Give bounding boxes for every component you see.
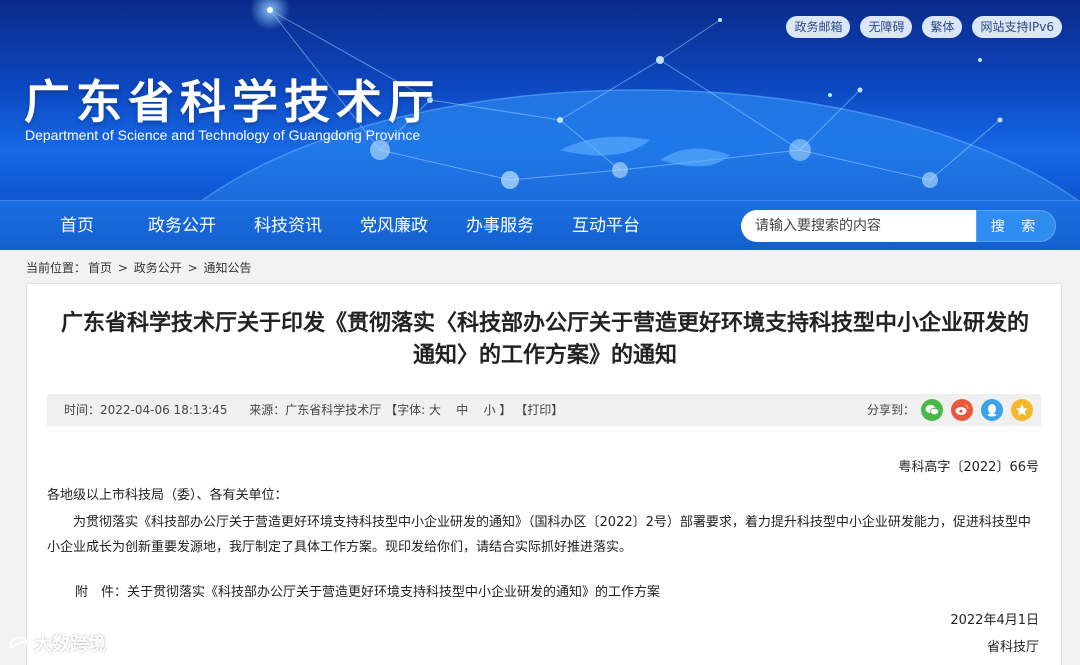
search-input[interactable] [741,210,976,242]
font-size-close: 】 [499,403,512,417]
share-bar: 分享到： [867,394,1041,426]
article-meta-bar: 时间：2022-04-06 18:13:45 来源：广东省科学技术厅 【字体: … [47,394,1041,426]
watermark-text: 大数跨境 [34,634,106,655]
nav-item-tech-news[interactable]: 科技资讯 [254,201,322,251]
breadcrumb-notices[interactable]: 通知公告 [203,261,251,275]
addressee-line: 各地级以上市科技局（委）、各有关单位： [47,488,288,503]
article-title: 广东省科学技术厅关于印发《贯彻落实〈科技部办公厅关于营造更好环境支持科技型中小企… [47,308,1043,372]
print-button[interactable]: 【打印】 [515,403,563,417]
attachment-line[interactable]: 附 件：关于贯彻落实《科技部办公厅关于营造更好环境支持科技型中小企业研发的通知》… [75,581,660,600]
nav-item-services[interactable]: 办事服务 [466,201,534,251]
top-utility-links: 政务邮箱 无障碍 繁体 网站支持IPv6 [786,16,1062,38]
weibo-icon[interactable] [951,399,973,421]
gov-mail-link[interactable]: 政务邮箱 [786,16,851,38]
accessibility-link[interactable]: 无障碍 [860,16,913,38]
font-small-button[interactable]: 小 [484,403,496,417]
ipv6-support-link[interactable]: 网站支持IPv6 [972,16,1062,38]
issue-date: 2022年4月1日 [950,613,1039,628]
wechat-icon[interactable] [921,399,943,421]
nav-item-interaction[interactable]: 互动平台 [572,201,640,251]
publish-time: 时间：2022-04-06 18:13:45 [64,403,228,417]
breadcrumb: 当前位置： 首页 > 政务公开 > 通知公告 [26,259,254,276]
article-body: 为贯彻落实《科技部办公厅关于营造更好环境支持科技型中小企业研发的通知》（国科办区… [47,515,1031,555]
site-title: 广东省科学技术厅 [24,75,440,129]
breadcrumb-separator: > [117,261,128,275]
article-card: 广东省科学技术厅关于印发《贯彻落实〈科技部办公厅关于营造更好环境支持科技型中小企… [26,283,1062,665]
traditional-chinese-link[interactable]: 繁体 [922,16,963,38]
site-subtitle: Department of Science and Technology of … [25,127,421,143]
breadcrumb-home[interactable]: 首页 [88,261,112,275]
nav-item-home[interactable]: 首页 [60,201,94,251]
breadcrumb-separator: > [187,261,198,275]
article-title-line-2: 通知〉的工作方案》的通知 [412,343,677,368]
nav-item-integrity[interactable]: 党风廉政 [360,201,428,251]
article-source: 来源：广东省科学技术厅 [249,403,382,417]
header-banner: 政务邮箱 无障碍 繁体 网站支持IPv6 广东省科学技术厅 Department… [0,0,1080,200]
font-size-label: 【字体: [385,403,426,417]
breadcrumb-prefix: 当前位置： [26,261,87,275]
document-number: 粤科高字〔2022〕66号 [898,460,1039,475]
article-title-line-1: 广东省科学技术厅关于印发《贯彻落实〈科技部办公厅关于营造更好环境支持科技型中小企… [60,311,1029,336]
share-label: 分享到： [866,403,915,417]
breadcrumb-gov-affairs[interactable]: 政务公开 [134,261,182,275]
search-button[interactable]: 搜 索 [976,210,1056,242]
watermark-logo-icon [9,636,29,650]
font-medium-button[interactable]: 中 [456,403,468,417]
nav-item-gov-affairs[interactable]: 政务公开 [148,201,216,251]
font-large-button[interactable]: 大 [429,403,441,417]
issuer-signature: 省科技厅 [986,640,1039,655]
qzone-icon[interactable] [1011,399,1033,421]
qq-icon[interactable] [981,399,1003,421]
watermark: 大数跨境 [8,630,106,656]
main-nav: 首页 政务公开 科技资讯 党风廉政 办事服务 互动平台 搜 索 [0,200,1080,250]
